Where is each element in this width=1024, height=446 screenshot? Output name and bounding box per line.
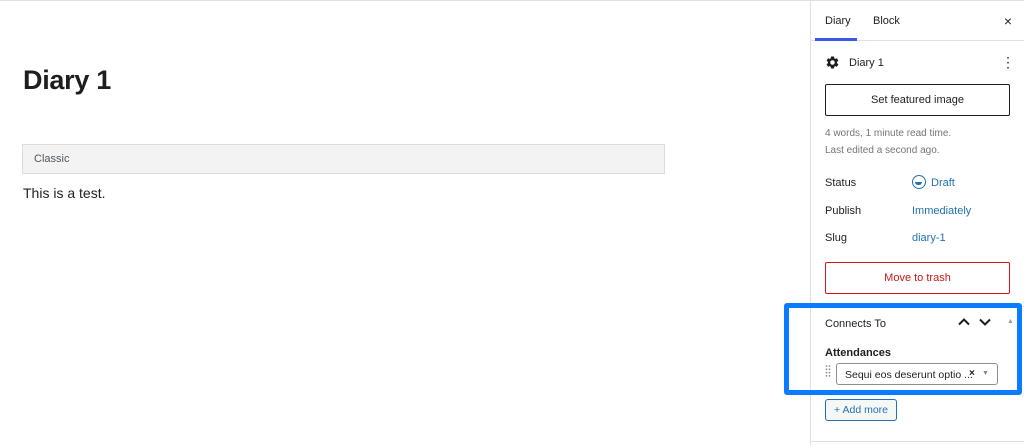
more-options-button[interactable]: ⋮ <box>1001 54 1015 72</box>
document-name: Diary 1 <box>849 57 884 69</box>
slug-label: Slug <box>825 232 848 244</box>
chevron-down-icon[interactable] <box>977 314 993 330</box>
panel-divider <box>811 306 1024 307</box>
active-tab-indicator <box>815 38 857 41</box>
publish-date-link[interactable]: Immediately <box>912 205 971 217</box>
move-to-trash-button[interactable]: Move to trash <box>825 262 1010 294</box>
classic-block-toolbar[interactable]: Classic <box>22 144 665 174</box>
connects-to-title: Connects To <box>825 318 886 330</box>
word-count-text: 4 words, 1 minute read time. <box>825 128 952 139</box>
status-value: Draft <box>931 177 955 189</box>
status-label: Status <box>825 177 857 189</box>
add-more-button[interactable]: + Add more <box>825 399 897 421</box>
drag-handle-icon[interactable] <box>825 364 831 378</box>
tab-diary[interactable]: Diary <box>825 1 851 41</box>
set-featured-image-button[interactable]: Set featured image <box>825 84 1010 116</box>
close-sidebar-button[interactable]: × <box>1000 13 1016 29</box>
classic-block-label: Classic <box>34 153 70 165</box>
publish-label: Publish <box>825 205 862 217</box>
attendances-label: Attendances <box>825 347 892 359</box>
select-caret-icon: ▼ <box>982 370 989 377</box>
editor-canvas: Diary 1 Classic This is a test. <box>0 1 810 446</box>
chevron-up-icon[interactable] <box>956 314 972 330</box>
gear-icon <box>826 56 839 69</box>
last-edited-text: Last edited a second ago. <box>825 145 940 156</box>
collapse-panel-icon[interactable]: ▲ <box>1007 318 1014 325</box>
sidebar-tabs: Diary Block × <box>811 1 1024 41</box>
post-title[interactable]: Diary 1 <box>23 65 111 96</box>
clear-selection-icon[interactable]: × <box>969 368 975 379</box>
tab-block[interactable]: Block <box>873 1 900 41</box>
post-content[interactable]: This is a test. <box>23 185 105 201</box>
slug-link[interactable]: diary-1 <box>912 232 946 244</box>
document-header: Diary 1 ⋮ <box>825 54 1015 72</box>
draft-status-icon <box>912 175 926 189</box>
settings-sidebar: Diary Block × Diary 1 ⋮ Set featured ima… <box>810 1 1024 446</box>
attendance-select[interactable]: Sequi eos deserunt optio ... × ▼ <box>836 363 998 385</box>
attendance-selected-value: Sequi eos deserunt optio ... <box>845 369 973 381</box>
panel-divider-bottom <box>811 441 1024 442</box>
